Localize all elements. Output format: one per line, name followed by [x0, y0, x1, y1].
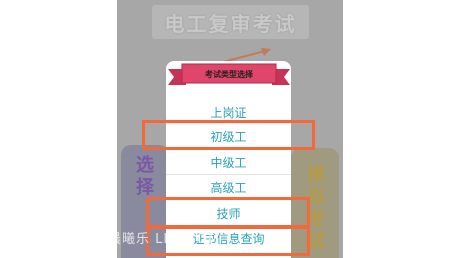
menu-item-zhongjigong[interactable]: 中级工: [166, 150, 291, 174]
highlight-box-certificate-query: [146, 226, 310, 256]
menu-item-gaojigong[interactable]: 高级工: [166, 175, 291, 199]
highlight-box-chujigong: [142, 120, 315, 150]
dialog-title: 考试类型选择: [205, 69, 253, 79]
background-left-label: 选择: [136, 155, 154, 198]
highlight-box-jishi: [146, 197, 310, 228]
background-app-title: 电工复审考试: [152, 5, 309, 39]
